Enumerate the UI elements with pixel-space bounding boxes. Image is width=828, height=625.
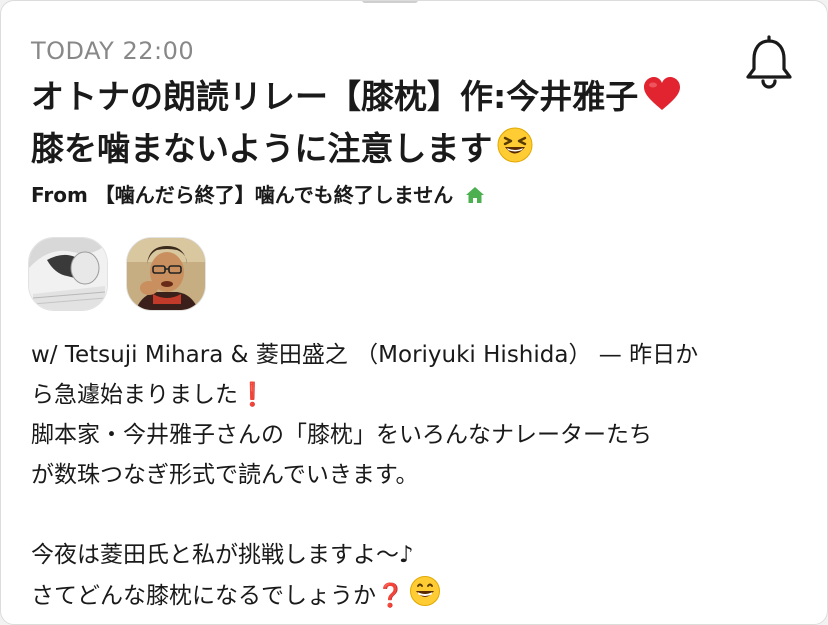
avatar-speaker-1[interactable] [28,237,108,311]
avatar-speaker-2[interactable] [126,237,206,311]
event-time: TODAY 22:00 [31,37,195,65]
house-icon [465,185,485,210]
description-line: ら急遽始まりました❗ [31,375,801,415]
description-line: 脚本家・今井雅子さんの「膝枕」をいろんなナレーターたち [31,422,652,448]
title-text-1: オトナの朗読リレー【膝枕】作:今井雅子 [31,77,639,116]
event-description: w/ Tetsuji Mihara & 菱田盛之 （Moriyuki Hishi… [31,335,801,620]
club-name: From 【噛んだら終了】噛んでも終了しません [31,183,454,207]
title-text-2: 膝を噛まないように注意します [31,129,493,168]
question-icon: ❓ [376,583,405,609]
sheet-handle[interactable] [362,1,418,3]
heart-icon [642,76,682,125]
laughing-face-icon [496,126,534,177]
club-link[interactable]: From 【噛んだら終了】噛んでも終了しません [31,179,485,210]
title-line-2: 膝を噛まないように注意します [31,125,761,177]
description-line: が数珠つなぎ形式で読んでいきます。 [31,462,419,488]
exclamation-icon: ❗ [238,382,267,408]
description-line: w/ Tetsuji Mihara & 菱田盛之 （Moriyuki Hishi… [31,342,699,368]
grinning-face-icon [409,575,441,620]
description-line: 今夜は菱田氏と私が挑戦しますよ〜♪ [31,542,414,568]
description-text: さてどんな膝枕になるでしょうか [31,583,376,609]
event-title: オトナの朗読リレー【膝枕】作:今井雅子 膝を噛まないように注意します [31,73,761,177]
description-line: さてどんな膝枕になるでしょうか❓ [31,575,801,620]
description-line [31,495,801,535]
event-card: TODAY 22:00 オトナの朗読リレー【膝枕】作:今井雅子 膝を噛まないよう… [0,0,828,625]
description-text: ら急遽始まりました [31,382,238,408]
title-line-1: オトナの朗読リレー【膝枕】作:今井雅子 [31,73,761,125]
